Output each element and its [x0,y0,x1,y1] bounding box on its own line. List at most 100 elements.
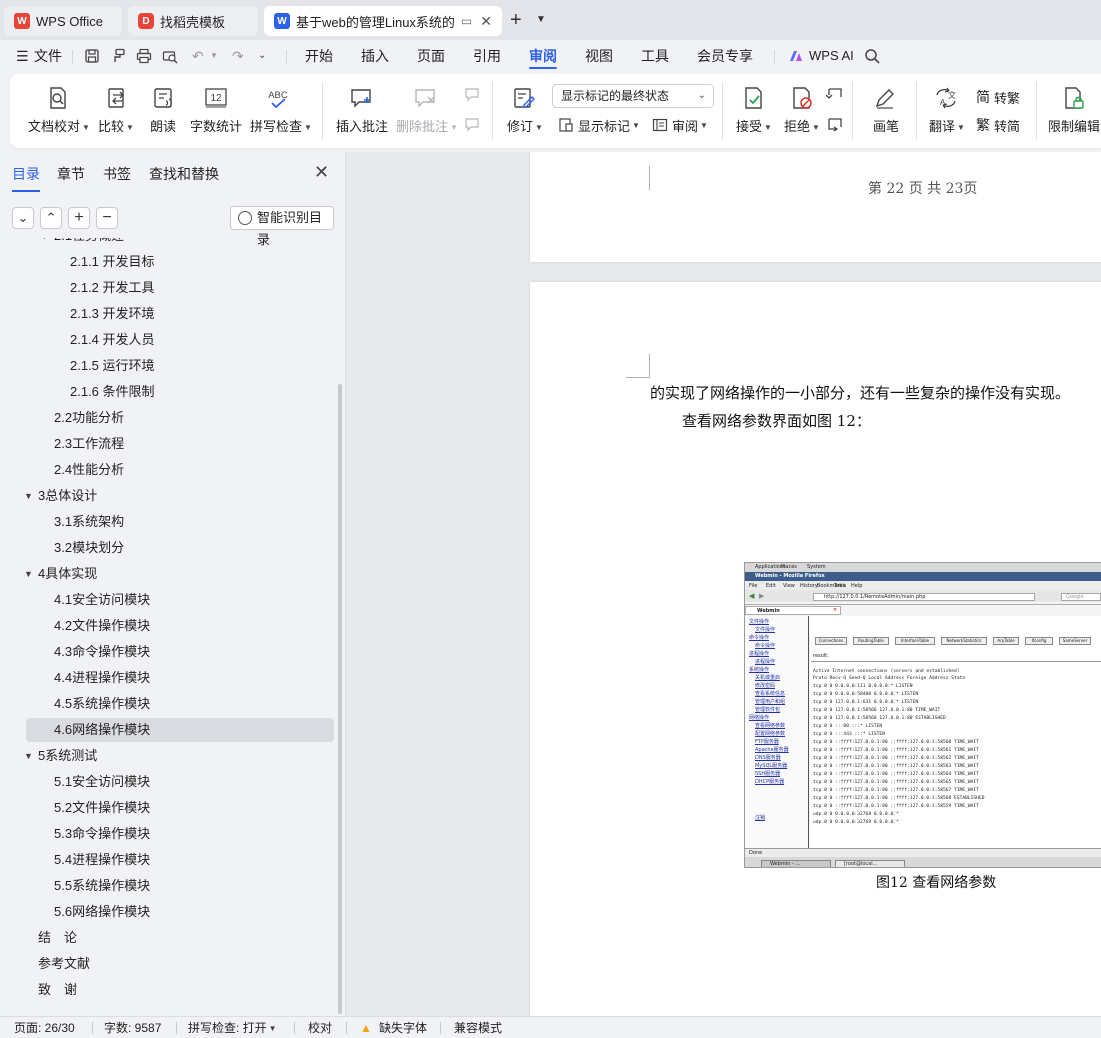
expand-triangle-icon[interactable]: ▼ [40,238,49,248]
menu-home[interactable]: 开始 [305,40,333,72]
to-traditional-button[interactable]: 简 转繁 [976,86,1020,108]
expand-all-button[interactable]: ⌄ [12,207,34,229]
toc-item[interactable]: 2.1.4 开发人员 [26,328,334,352]
insert-comment-button[interactable]: 插入批注 [336,74,388,148]
search-icon[interactable] [864,48,880,64]
panel-tab-toc[interactable]: 目录 [12,164,40,192]
expand-triangle-icon[interactable]: ▼ [24,484,33,508]
format-painter-icon[interactable] [110,48,126,64]
status-word-count[interactable]: 字数: 9587 [104,1017,161,1038]
toc-item[interactable]: 4.2文件操作模块 [26,614,334,638]
doc-proof-button[interactable]: 文档校对 ▼ [28,74,90,148]
status-missing-font[interactable]: 缺失字体 [379,1017,427,1038]
toc-item[interactable]: 5.4进程操作模块 [26,848,334,872]
compare-button[interactable]: 比较 ▼ [98,74,138,148]
toc-item[interactable]: 5.6网络操作模块 [26,900,334,924]
new-tab-plus-icon[interactable]: + [510,9,522,31]
body-line-2[interactable]: 查看网络参数界面如图 12： [682,410,871,431]
toc-item[interactable]: 3.1系统架构 [26,510,334,534]
toc-item[interactable]: 2.1.3 开发环境 [26,302,334,326]
toc-item[interactable]: 4.5系统操作模块 [26,692,334,716]
toc-item[interactable]: 2.1.1 开发目标 [26,250,334,274]
toc-item[interactable]: 5.1安全访问模块 [26,770,334,794]
toc-item[interactable]: 4.1安全访问模块 [26,588,334,612]
tab-docer-templates[interactable]: D 找稻壳模板 [128,6,258,36]
print-icon[interactable] [136,48,152,64]
toc-item[interactable]: ▼ 5系统测试 [24,744,334,768]
panel-tab-bookmarks[interactable]: 书签 [103,164,131,184]
status-proofread[interactable]: 校对 [308,1017,332,1038]
toc-item[interactable]: 5.3命令操作模块 [26,822,334,846]
translate-button[interactable]: A文 翻译 ▼ [926,74,966,148]
smart-toc-button[interactable]: 智能识别目录 [230,206,334,247]
review-pane-button[interactable]: 审阅 ▼ [652,114,708,136]
close-icon[interactable]: ✕ [314,162,329,183]
menu-tools[interactable]: 工具 [641,40,669,72]
body-line-1[interactable]: 的实现了网络操作的一小部分，还有一些复杂的操作没有实现。 [650,382,1070,403]
toc-item[interactable]: 2.1.5 运行环境 [26,354,334,378]
toc-item[interactable]: 2.4性能分析 [26,458,334,482]
toc-item[interactable]: 结 论 [26,926,334,950]
toc-item[interactable]: 4.3命令操作模块 [26,640,334,664]
menu-wps-ai[interactable]: WPS AI [809,40,854,72]
next-change-icon[interactable] [826,116,844,134]
toc-item[interactable]: ▼ 4具体实现 [24,562,334,586]
accept-button[interactable]: 接受 ▼ [734,74,774,148]
chevron-down-icon[interactable]: ▼ [210,40,218,72]
toc-item[interactable]: ▼ 2.1任务概述 [26,238,334,248]
toc-item[interactable]: 2.1.6 条件限制 [26,380,334,404]
tab-current-document[interactable]: W 基于web的管理Linux系统的远 ▭ ✕ [264,6,502,36]
pen-button[interactable]: 画笔 [870,74,900,148]
menu-insert[interactable]: 插入 [361,40,389,72]
toc-item[interactable]: 4.6网络操作模块 [26,718,334,742]
reject-button[interactable]: 拒绝 ▼ [782,74,822,148]
chevron-down-icon[interactable]: ▼ [536,14,546,25]
track-changes-button[interactable]: 修订 ▼ [504,74,544,148]
toc-item[interactable]: 2.3工作流程 [26,432,334,456]
redo-icon[interactable]: ↷ [232,40,244,72]
hamburger-icon[interactable]: ☰ [16,40,29,72]
print-preview-icon[interactable] [162,48,178,64]
status-spell-check[interactable]: 拼写检查: 打开 ▼ [188,1017,277,1038]
to-simplified-button[interactable]: 繁 转简 [976,114,1020,136]
toc-item[interactable]: 2.2功能分析 [26,406,334,430]
menu-member[interactable]: 会员专享 [697,40,753,72]
spell-check-button[interactable]: ABC 拼写检查 ▼ [250,74,312,148]
show-markup-button[interactable]: 显示标记 ▼ [558,114,640,136]
close-icon[interactable]: ✕ [480,13,492,30]
menu-file[interactable]: 文件 [34,40,62,72]
menu-review[interactable]: 审阅 [529,40,557,72]
document-canvas[interactable]: ··· 第 22 页 共 23页 的实现了网络操作的一小部分，还有一些复杂的操作… [346,152,1101,1016]
previous-change-icon[interactable] [826,86,844,104]
toc-scrollbar[interactable] [338,384,342,1014]
toc-item[interactable]: 参考文献 [26,952,334,976]
word-count-button[interactable]: 12 字数统计 [190,74,242,148]
undo-icon[interactable]: ↶ [192,40,204,72]
status-page[interactable]: 页面: 26/30 [14,1017,75,1038]
expand-triangle-icon[interactable]: ▼ [24,744,33,768]
figure-12-screenshot[interactable]: Applications Places System Webmin - Mozilla… [744,562,1101,868]
save-icon[interactable] [84,48,100,64]
demote-level-button[interactable]: − [96,207,118,229]
panel-tab-find-replace[interactable]: 查找和替换 [149,164,219,184]
toc-item[interactable]: 3.2模块划分 [26,536,334,560]
toc-item[interactable]: 5.5系统操作模块 [26,874,334,898]
restrict-editing-button[interactable]: 限制编辑 [1048,74,1100,148]
tab-wps-office[interactable]: W WPS Office [4,6,122,36]
menu-references[interactable]: 引用 [473,40,501,72]
read-aloud-button[interactable]: 朗读 [150,74,178,148]
markup-state-select[interactable]: 显示标记的最终状态 ⌄ [552,84,714,108]
toc-item[interactable]: ▼ 3总体设计 [24,484,334,508]
previous-comment-icon[interactable] [464,86,482,104]
toc-item[interactable]: 2.1.2 开发工具 [26,276,334,300]
toc-item[interactable]: 4.4进程操作模块 [26,666,334,690]
promote-level-button[interactable]: + [68,207,90,229]
menu-view[interactable]: 视图 [585,40,613,72]
toc-item[interactable]: 致 谢 [26,978,334,1002]
next-comment-icon[interactable] [464,116,482,134]
more-chevron-icon[interactable]: ⌄ [258,40,266,72]
menu-page[interactable]: 页面 [417,40,445,72]
delete-comment-button[interactable]: 删除批注 ▼ [396,74,458,148]
expand-triangle-icon[interactable]: ▼ [24,562,33,586]
panel-tab-chapters[interactable]: 章节 [57,164,85,184]
